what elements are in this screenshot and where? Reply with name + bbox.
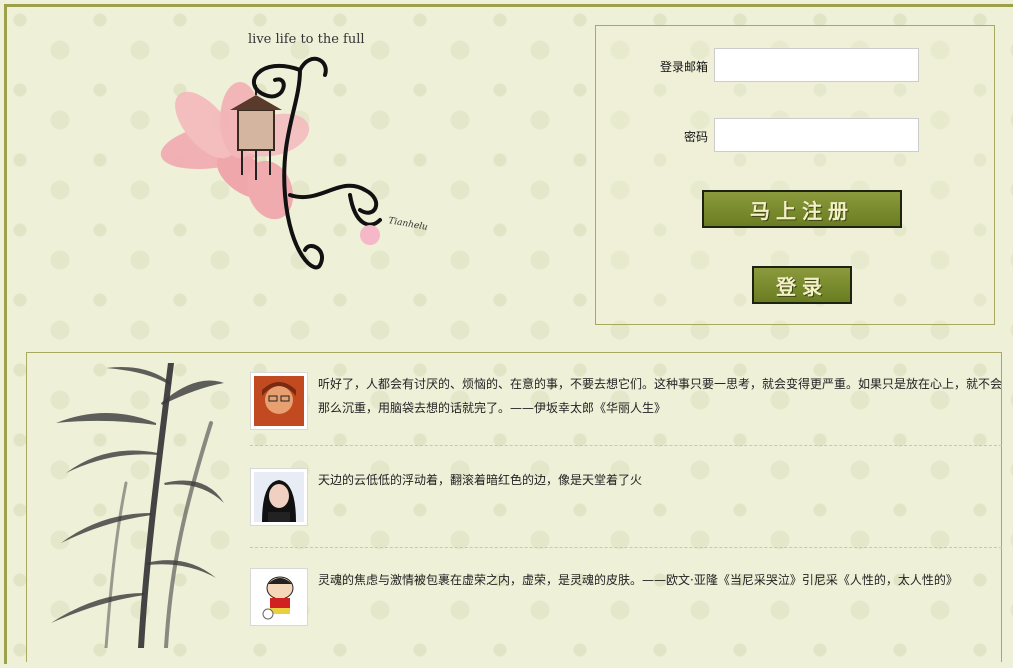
lotus-lantern-illustration: Tianhelu <box>160 56 429 270</box>
avatar-user-1-icon <box>254 376 304 426</box>
password-field[interactable] <box>714 118 919 152</box>
hero-signature: Tianhelu <box>387 216 428 233</box>
lotus-flower-image <box>160 82 310 220</box>
list-item: 天边的云低低的浮动着，翻滚着暗红色的边，像是天堂着了火 <box>250 468 1002 568</box>
password-label: 密码 <box>684 130 709 144</box>
list-item: 灵魂的焦虑与激情被包裹在虚荣之内，虚荣，是灵魂的皮肤。——欧文·亚隆《当尼采哭泣… <box>250 568 1002 668</box>
email-field[interactable] <box>714 48 919 82</box>
login-button[interactable]: 登录 <box>752 266 852 304</box>
quote-text: 天边的云低低的浮动着，翻滚着暗红色的边，像是天堂着了火 <box>318 473 643 487</box>
avatar-user-3-icon <box>254 572 304 622</box>
list-item: 听好了，人都会有讨厌的、烦恼的、在意的事，不要去想它们。这种事只要一思考，就会变… <box>250 372 1002 472</box>
avatar-user-2-icon <box>254 472 304 522</box>
quote-text: 灵魂的焦虑与激情被包裹在虚荣之内，虚荣，是灵魂的皮肤。——欧文·亚隆《当尼采哭泣… <box>318 573 958 587</box>
avatar[interactable] <box>250 372 308 430</box>
divider <box>250 547 1002 548</box>
divider <box>250 445 1002 446</box>
login-panel: 登录邮箱 密码 马上注册 登录 <box>595 25 995 325</box>
register-button[interactable]: 马上注册 <box>702 190 902 228</box>
avatar[interactable] <box>250 568 308 626</box>
small-lotus-image <box>360 225 380 245</box>
avatar[interactable] <box>250 468 308 526</box>
quote-text: 听好了，人都会有讨厌的、烦恼的、在意的事，不要去想它们。这种事只要一思考，就会变… <box>318 377 1003 415</box>
bamboo-painting-image <box>51 363 224 648</box>
email-label: 登录邮箱 <box>660 60 709 74</box>
